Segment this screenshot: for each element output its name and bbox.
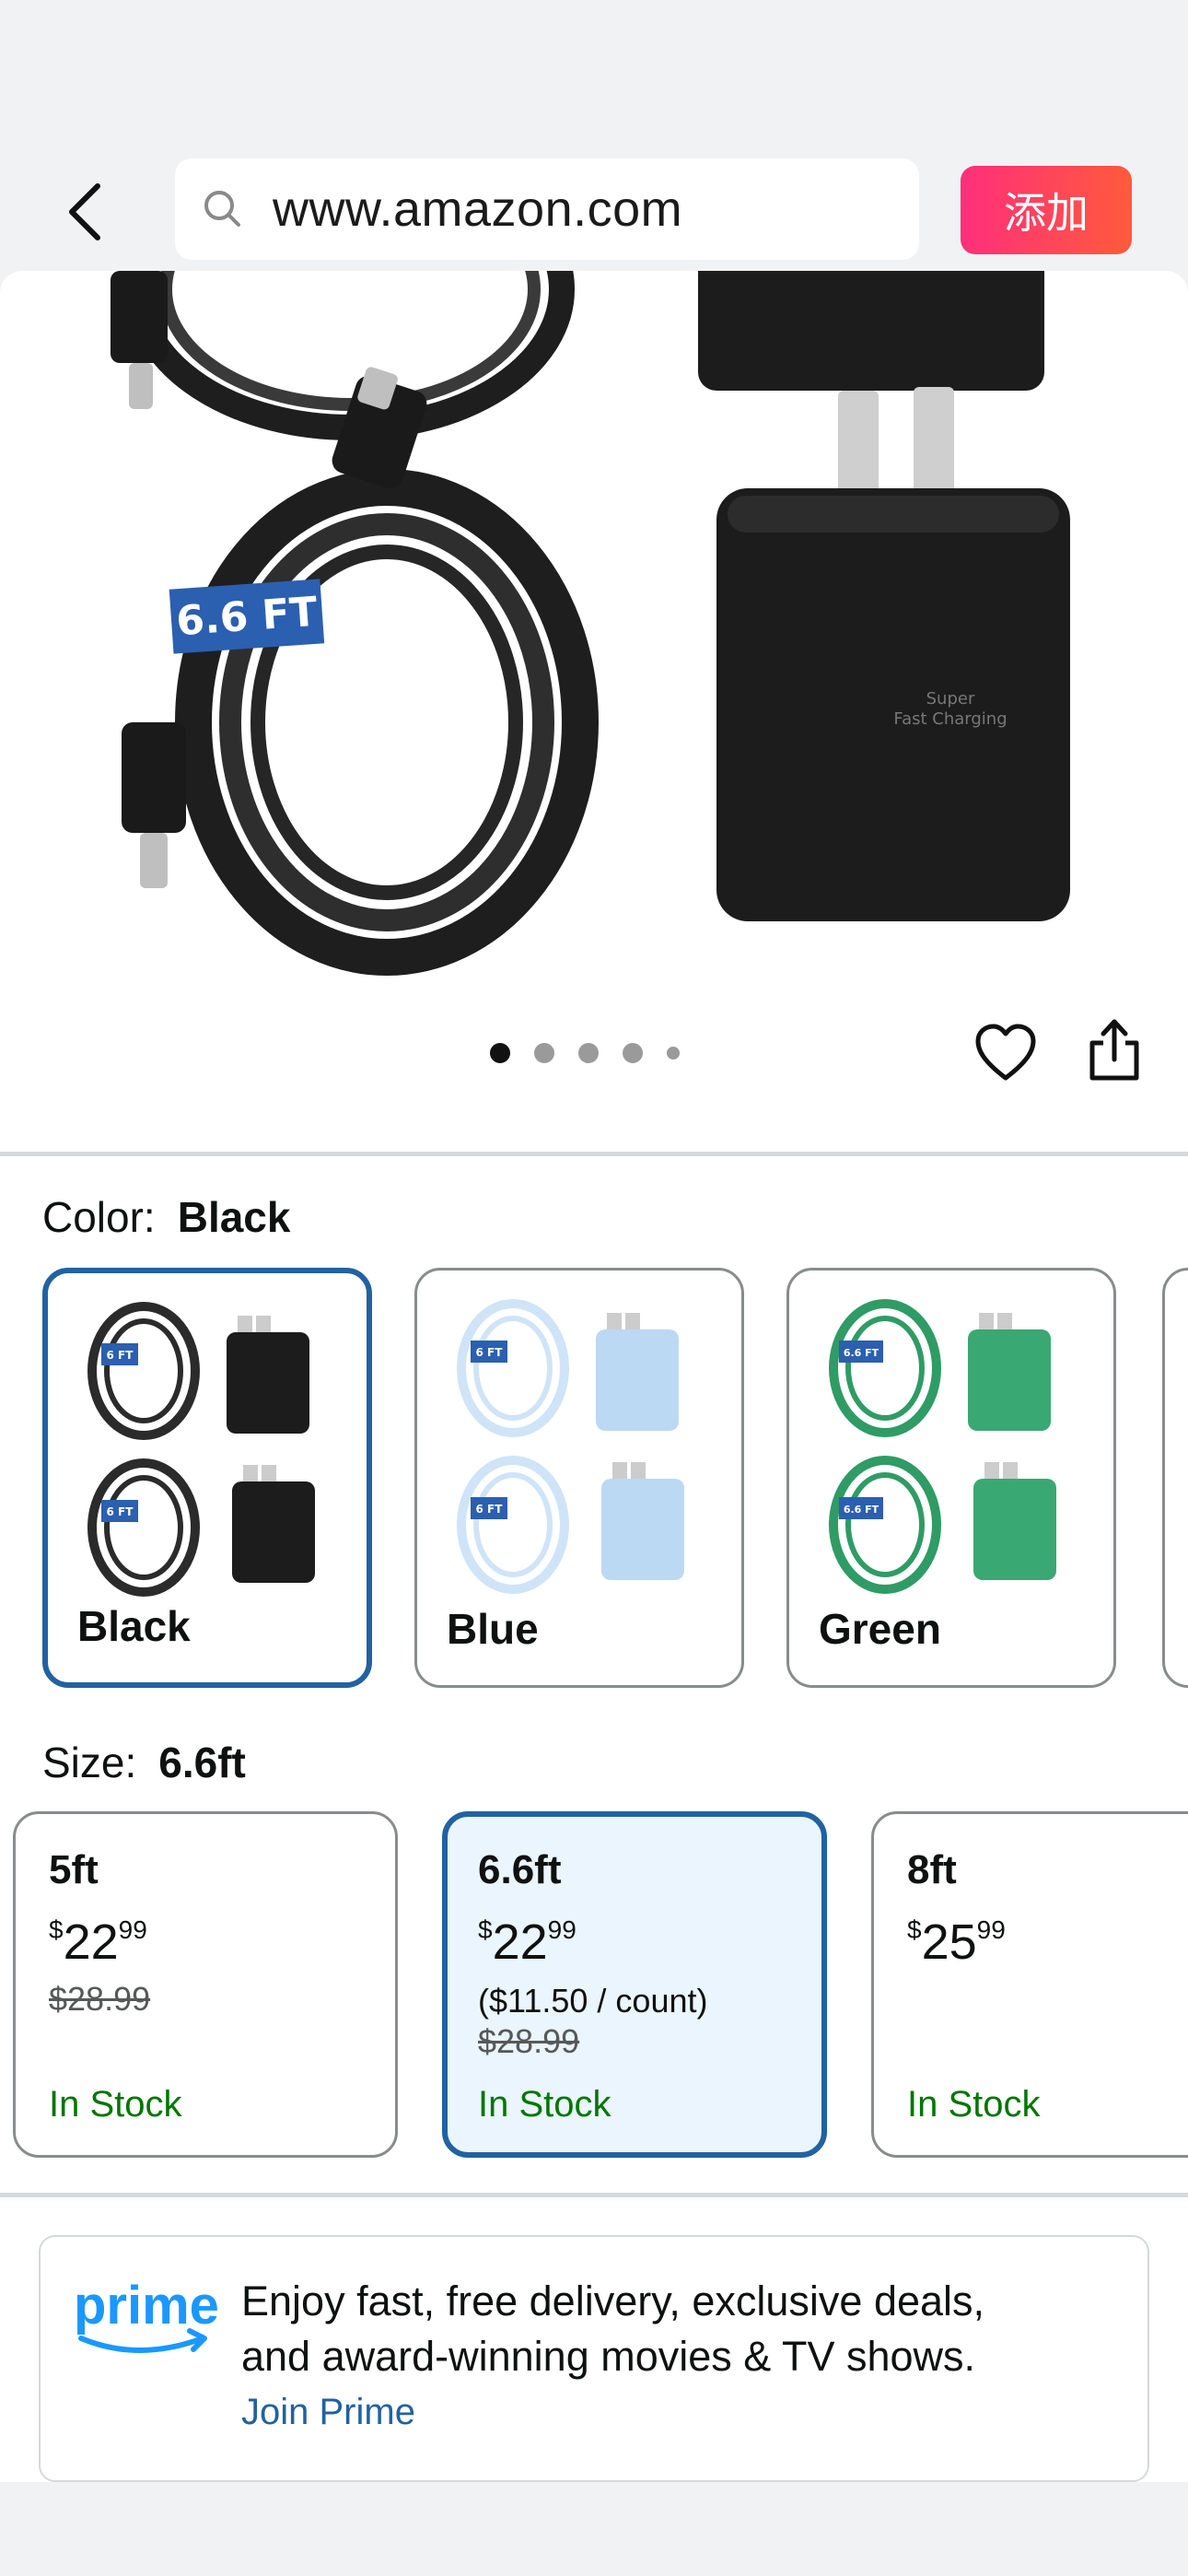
cable-length-tag: 6.6 FT	[175, 589, 320, 646]
carousel-dot[interactable]	[578, 1043, 599, 1063]
svg-text:6.6 FT: 6.6 FT	[844, 1504, 879, 1516]
share-button[interactable]	[1087, 1017, 1142, 1083]
charger-print-1: Super	[926, 689, 975, 708]
list-price: $28.99	[478, 2022, 580, 2060]
swatch-label: Black	[77, 1602, 191, 1650]
size-name: 6.6ft	[478, 1847, 562, 1892]
size-name: 8ft	[907, 1847, 957, 1892]
size-name: 5ft	[49, 1847, 99, 1892]
svg-text:6 FT: 6 FT	[476, 1346, 504, 1359]
color-label: Color:	[42, 1193, 156, 1241]
back-button[interactable]	[57, 175, 112, 249]
section-divider	[0, 2193, 1188, 2197]
add-button[interactable]: 添加	[961, 166, 1132, 254]
join-prime-link[interactable]: Join Prime	[241, 2392, 415, 2433]
color-swatch-black[interactable]: 6 FT 6 FT Black	[42, 1268, 372, 1688]
size-label-row: Size: 6.6ft	[42, 1738, 246, 1787]
svg-text:6.6 FT: 6.6 FT	[844, 1347, 879, 1359]
prime-logo: prime	[74, 2277, 217, 2353]
share-icon	[1089, 1019, 1139, 1081]
address-bar[interactable]: www.amazon.com	[175, 158, 919, 260]
selected-size: 6.6ft	[158, 1739, 246, 1786]
size-label: Size:	[42, 1739, 137, 1786]
wishlist-button[interactable]	[974, 1023, 1037, 1085]
svg-text:6 FT: 6 FT	[476, 1503, 504, 1516]
price: $2299	[49, 1914, 147, 1970]
stock-status: In Stock	[49, 2084, 182, 2125]
product-image-carousel[interactable]: 6.6 FT Super Fast Charging	[0, 271, 1188, 1165]
browser-bar: www.amazon.com 添加	[0, 0, 1188, 271]
size-option-6-6ft[interactable]: 6.6ft $2299 ($11.50 / count) $28.99 In S…	[442, 1811, 827, 2158]
svg-text:prime: prime	[74, 2277, 217, 2336]
carousel-dot[interactable]	[490, 1043, 510, 1063]
prime-upsell-card: prime Enjoy fast, free delivery, exclusi…	[39, 2235, 1149, 2482]
color-label-row: Color: Black	[42, 1192, 290, 1242]
swatch-image: 6.6 FT 6.6 FT	[829, 1299, 1056, 1594]
color-swatch-list: 6 FT 6 FT Black 6 FT 6 FT Blue 6.6 FT 6.…	[42, 1268, 1116, 1688]
swatch-label: Green	[819, 1605, 941, 1653]
size-option-8ft[interactable]: 8ft $2599 In Stock	[871, 1811, 1188, 2158]
charger-print-2: Fast Charging	[893, 709, 1007, 729]
svg-text:6 FT: 6 FT	[107, 1505, 134, 1518]
carousel-dot[interactable]	[534, 1043, 554, 1063]
price: $2599	[907, 1914, 1006, 1970]
url-text: www.amazon.com	[273, 181, 683, 237]
price: $2299	[478, 1914, 577, 1970]
chevron-left-icon	[69, 183, 100, 240]
stock-status: In Stock	[907, 2084, 1041, 2125]
search-icon	[197, 183, 249, 235]
svg-text:6 FT: 6 FT	[107, 1349, 134, 1362]
swatch-image: 6 FT 6 FT	[457, 1299, 684, 1594]
swatch-image: 6 FT 6 FT	[87, 1302, 315, 1597]
carousel-dot[interactable]	[667, 1047, 680, 1060]
unit-price: ($11.50 / count)	[478, 1982, 708, 2020]
size-option-5ft[interactable]: 5ft $2299 $28.99 In Stock	[13, 1811, 398, 2158]
selected-color: Black	[177, 1193, 291, 1241]
stock-status: In Stock	[478, 2084, 611, 2125]
swatch-label: Blue	[447, 1605, 539, 1653]
product-image: 6.6 FT Super Fast Charging	[111, 271, 1070, 976]
list-price: $28.99	[49, 1980, 151, 2018]
product-sheet: 6.6 FT Super Fast Charging Color: Black …	[0, 271, 1188, 2482]
heart-icon	[975, 1024, 1036, 1081]
color-swatch-next[interactable]	[1162, 1268, 1188, 1688]
carousel-dots[interactable]	[490, 1043, 680, 1063]
size-option-list: 5ft $2299 $28.99 In Stock 6.6ft $2299 ($…	[13, 1811, 1188, 2158]
color-swatch-green[interactable]: 6.6 FT 6.6 FT Green	[786, 1268, 1116, 1688]
section-divider	[0, 1152, 1188, 1156]
carousel-dot[interactable]	[623, 1043, 643, 1063]
prime-description: Enjoy fast, free delivery, exclusive dea…	[241, 2277, 985, 2380]
color-swatch-blue[interactable]: 6 FT 6 FT Blue	[414, 1268, 744, 1688]
